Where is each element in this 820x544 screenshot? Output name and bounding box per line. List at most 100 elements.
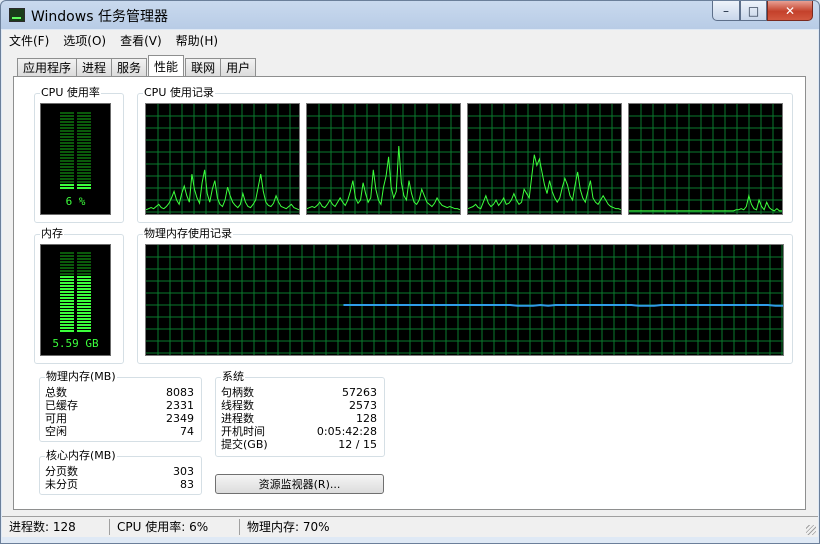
cpu-core-graph-2 <box>306 103 461 215</box>
stat-label: 分页数 <box>45 465 78 478</box>
tab-users[interactable]: 用户 <box>220 58 257 76</box>
meter-segment <box>60 306 74 308</box>
meter-segment <box>77 181 91 183</box>
memory-history-group: 物理内存使用记录 <box>137 227 793 364</box>
meter-segment <box>77 154 91 156</box>
stat-value: 2349 <box>166 412 194 425</box>
meter-segment <box>60 163 74 165</box>
tab-networking[interactable]: 联网 <box>185 58 222 76</box>
meter-segment <box>77 112 91 114</box>
meter-segment <box>77 264 91 266</box>
menu-file[interactable]: 文件(F) <box>2 32 56 49</box>
meter-segment <box>60 315 74 317</box>
meter-segment <box>77 118 91 120</box>
physical-memory-group: 物理内存(MB) 总数 8083 已缓存 2331 可用 2349 空闲 74 <box>39 370 202 442</box>
meter-segment <box>77 315 91 317</box>
meter-segment <box>60 136 74 138</box>
performance-panel: CPU 使用率 6 % CPU 使用记录 内存 5.59 GB 物理内存使用记录… <box>13 76 806 510</box>
meter-segment <box>77 279 91 281</box>
tab-performance[interactable]: 性能 <box>148 55 185 76</box>
cpu-usage-line <box>629 193 782 212</box>
meter-segment <box>60 151 74 153</box>
cpu-usage-group: CPU 使用率 6 % <box>34 86 124 223</box>
stat-row: 空闲 74 <box>45 425 194 438</box>
cpu-core-graph-4 <box>628 103 783 215</box>
system-label: 系统 <box>221 370 245 384</box>
tab-processes[interactable]: 进程 <box>76 58 113 76</box>
meter-segment <box>77 300 91 302</box>
meter-segment <box>77 124 91 126</box>
cpu-core-graph-1 <box>145 103 300 215</box>
resource-monitor-button[interactable]: 资源监视器(R)... <box>215 474 384 494</box>
stat-row: 线程数 2573 <box>221 399 377 412</box>
meter-segment <box>77 255 91 257</box>
meter-segment <box>60 252 74 254</box>
title-bar[interactable]: Windows 任务管理器 – □ ✕ <box>1 1 819 29</box>
stat-label: 句柄数 <box>221 386 254 399</box>
stat-value: 57263 <box>342 386 377 399</box>
meter-segment <box>77 187 91 189</box>
menu-bar: 文件(F) 选项(O) 查看(V) 帮助(H) <box>2 30 818 50</box>
client-area: 应用程序 进程 服务 性能 联网 用户 CPU 使用率 6 % CPU 使用记录 <box>2 50 818 516</box>
tab-services[interactable]: 服务 <box>111 58 148 76</box>
meter-segment <box>77 321 91 323</box>
meter-segment <box>60 157 74 159</box>
stat-label: 线程数 <box>221 399 254 412</box>
cpu-history-label: CPU 使用记录 <box>143 86 215 100</box>
kernel-memory-group: 核心内存(MB) 分页数 303 未分页 83 <box>39 449 202 495</box>
meter-segment <box>60 294 74 296</box>
stat-row: 进程数 128 <box>221 412 377 425</box>
resize-grip[interactable] <box>806 525 816 535</box>
meter-segment <box>60 112 74 114</box>
cpu-core-graph-4-plot <box>629 104 782 214</box>
meter-segment <box>77 294 91 296</box>
meter-segment <box>77 145 91 147</box>
meter-segment <box>60 148 74 150</box>
meter-segment <box>60 130 74 132</box>
meter-segment <box>60 127 74 129</box>
meter-segment <box>77 303 91 305</box>
meter-segment <box>77 273 91 275</box>
minimize-button[interactable]: – <box>712 1 740 21</box>
meter-segment <box>60 175 74 177</box>
meter-segment <box>77 157 91 159</box>
meter-segment <box>77 285 91 287</box>
meter-segment <box>60 121 74 123</box>
menu-view[interactable]: 查看(V) <box>113 32 169 49</box>
menu-options[interactable]: 选项(O) <box>56 32 113 49</box>
stat-row: 分页数 303 <box>45 465 194 478</box>
meter-segment <box>60 118 74 120</box>
meter-segment <box>77 184 91 186</box>
cpu-core-graph-3 <box>467 103 622 215</box>
meter-segment <box>60 300 74 302</box>
stat-value: 2331 <box>166 399 194 412</box>
stat-label: 已缓存 <box>45 399 78 412</box>
stat-row: 未分页 83 <box>45 478 194 491</box>
meter-segment <box>77 160 91 162</box>
cpu-core-graph-2-plot <box>307 104 460 214</box>
memory-meter: 5.59 GB <box>40 244 111 356</box>
stat-value: 12 / 15 <box>338 438 377 451</box>
meter-segment <box>60 160 74 162</box>
kernel-memory-label: 核心内存(MB) <box>45 449 117 463</box>
meter-segment <box>60 279 74 281</box>
meter-segment <box>77 142 91 144</box>
stat-value: 0:05:42:28 <box>316 425 377 438</box>
meter-segment <box>77 309 91 311</box>
tab-applications[interactable]: 应用程序 <box>17 58 78 76</box>
cpu-core-graph-3-plot <box>468 104 621 214</box>
meter-segment <box>77 324 91 326</box>
menu-help[interactable]: 帮助(H) <box>169 32 225 49</box>
meter-segment <box>60 255 74 257</box>
memory-usage-line <box>343 304 783 307</box>
meter-segment <box>77 163 91 165</box>
window-title: Windows 任务管理器 <box>31 9 168 25</box>
stat-value: 303 <box>173 465 194 478</box>
maximize-button[interactable]: □ <box>740 1 767 21</box>
meter-segment <box>77 252 91 254</box>
meter-segment <box>77 330 91 332</box>
meter-segment <box>60 273 74 275</box>
memory-value: 5.59 GB <box>52 337 99 350</box>
status-bar: 进程数: 128 CPU 使用率: 6% 物理内存: 70% <box>2 516 818 537</box>
close-button[interactable]: ✕ <box>767 1 813 21</box>
